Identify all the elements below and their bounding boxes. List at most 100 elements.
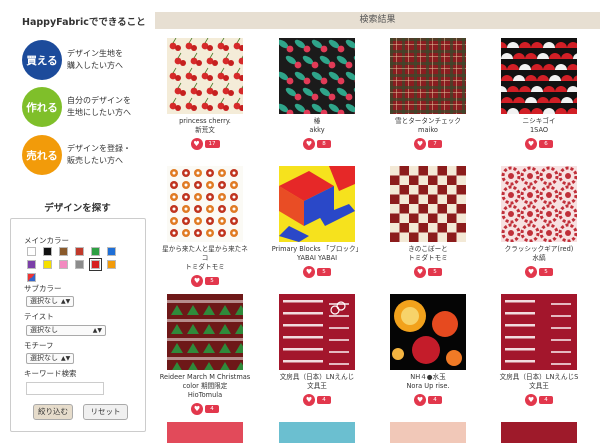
fabric-thumbnail[interactable] bbox=[489, 294, 589, 370]
fabric-name[interactable]: 星から来た人と星から来たネ bbox=[155, 245, 255, 254]
fabric-card[interactable]: 文房具（日本）LNえんじ 文具王 ♥ 4 bbox=[267, 294, 367, 406]
like-counter[interactable]: ♥ 7 bbox=[378, 138, 478, 150]
fabric-card[interactable]: 椿 akky ♥ 8 bbox=[267, 38, 367, 150]
fabric-author[interactable]: YABAI YABAI bbox=[267, 254, 367, 263]
fabric-thumbnail[interactable] bbox=[501, 422, 577, 443]
fabric-name[interactable]: ニシキゴイ bbox=[489, 117, 589, 126]
like-counter[interactable]: ♥ 6 bbox=[489, 138, 589, 150]
fabric-thumbnail[interactable] bbox=[378, 38, 478, 114]
like-counter[interactable]: ♥ 8 bbox=[267, 138, 367, 150]
heart-icon[interactable]: ♥ bbox=[525, 394, 537, 406]
fabric-thumbnail[interactable] bbox=[489, 38, 589, 114]
fabric-name[interactable]: NH４●水玉 bbox=[378, 373, 478, 382]
fabric-thumbnail[interactable] bbox=[167, 422, 243, 443]
fabric-name[interactable]: Reideer March M Christmas bbox=[155, 373, 255, 382]
fabric-author[interactable]: 文具王 bbox=[267, 382, 367, 391]
reset-button[interactable]: リセット bbox=[83, 404, 128, 420]
role-create[interactable]: 作れる 自分のデザインを 生地にしたい方へ bbox=[22, 87, 131, 127]
heart-icon[interactable]: ♥ bbox=[191, 275, 203, 287]
fabric-author[interactable]: 新荒文 bbox=[155, 126, 255, 135]
fabric-thumbnail[interactable] bbox=[489, 166, 589, 242]
taste-select[interactable]: 選択なし ▲▼ bbox=[26, 325, 106, 336]
fabric-card[interactable]: 星から来た人と星から来たネコトミダトモミ ♥ 5 bbox=[155, 166, 255, 287]
fabric-thumbnail[interactable] bbox=[267, 166, 367, 242]
sub-color-select[interactable]: 選択なし ▲▼ bbox=[26, 296, 75, 307]
like-counter[interactable]: ♥ 17 bbox=[155, 138, 255, 150]
fabric-thumbnail[interactable] bbox=[155, 166, 255, 242]
color-swatch[interactable] bbox=[59, 247, 68, 256]
heart-icon[interactable]: ♥ bbox=[303, 266, 315, 278]
color-swatch[interactable] bbox=[75, 247, 84, 256]
like-counter[interactable]: ♥ 5 bbox=[267, 266, 367, 278]
fabric-name[interactable]: princess cherry. bbox=[155, 117, 255, 126]
fabric-card[interactable]: 雪とタータンチェック maiko ♥ 7 bbox=[378, 38, 478, 150]
color-swatch[interactable] bbox=[91, 247, 100, 256]
fabric-name[interactable]: 椿 bbox=[267, 117, 367, 126]
fabric-card[interactable]: きのこぼーと トミダトモミ ♥ 5 bbox=[378, 166, 478, 278]
fabric-card[interactable]: Reideer March M Christmas color 期間限定 HioTo… bbox=[155, 294, 255, 415]
fabric-card[interactable]: 文房具（日本）LNえんじS 文具王 ♥ 4 bbox=[489, 294, 589, 406]
color-swatch[interactable] bbox=[43, 260, 52, 269]
fabric-thumbnail[interactable] bbox=[378, 294, 478, 370]
heart-icon[interactable]: ♥ bbox=[525, 266, 537, 278]
like-counter[interactable]: ♥ 4 bbox=[378, 394, 478, 406]
keyword-input[interactable] bbox=[26, 382, 104, 395]
fabric-author[interactable]: トミダトモミ bbox=[378, 254, 478, 263]
fabric-author[interactable]: maiko bbox=[378, 126, 478, 135]
fabric-name-cont[interactable]: color 期間限定 bbox=[155, 382, 255, 391]
role-sell[interactable]: 売れる デザインを登録・ 販売したい方へ bbox=[22, 135, 131, 175]
fabric-thumbnail[interactable] bbox=[155, 38, 255, 114]
role-buy[interactable]: 買える デザイン生地を 購入したい方へ bbox=[22, 40, 123, 80]
color-swatch[interactable] bbox=[27, 273, 36, 282]
fabric-author[interactable]: 1SAO bbox=[489, 126, 589, 135]
heart-icon[interactable]: ♥ bbox=[414, 138, 426, 150]
fabric-card[interactable]: princess cherry. 新荒文 ♥ 17 bbox=[155, 38, 255, 150]
fabric-name[interactable]: クラッシックギア(red) bbox=[489, 245, 589, 254]
heart-icon[interactable]: ♥ bbox=[190, 138, 203, 150]
color-swatch[interactable] bbox=[27, 247, 36, 256]
fabric-author[interactable]: HioTomula bbox=[155, 391, 255, 400]
sell-button[interactable]: 売れる bbox=[22, 135, 62, 175]
like-counter[interactable]: ♥ 5 bbox=[489, 266, 589, 278]
heart-icon[interactable]: ♥ bbox=[303, 138, 315, 150]
like-counter[interactable]: ♥ 5 bbox=[155, 275, 255, 287]
color-swatch[interactable] bbox=[59, 260, 68, 269]
fabric-name[interactable]: きのこぼーと bbox=[378, 245, 478, 254]
fabric-author[interactable]: Nora Up rise. bbox=[378, 382, 478, 391]
color-swatch[interactable] bbox=[75, 260, 84, 269]
heart-icon[interactable]: ♥ bbox=[414, 266, 426, 278]
fabric-name-cont[interactable]: コ bbox=[155, 254, 255, 263]
fabric-author[interactable]: 文具王 bbox=[489, 382, 589, 391]
fabric-card[interactable]: ニシキゴイ 1SAO ♥ 6 bbox=[489, 38, 589, 150]
fabric-thumbnail[interactable] bbox=[378, 166, 478, 242]
fabric-card[interactable]: Primary Blocks 「ブロック」 YABAI YABAI ♥ 5 bbox=[267, 166, 367, 278]
heart-icon[interactable]: ♥ bbox=[191, 403, 203, 415]
fabric-thumbnail[interactable] bbox=[390, 422, 466, 443]
heart-icon[interactable]: ♥ bbox=[414, 394, 426, 406]
like-counter[interactable]: ♥ 4 bbox=[155, 403, 255, 415]
color-swatch[interactable] bbox=[27, 260, 36, 269]
fabric-name[interactable]: 雪とタータンチェック bbox=[378, 117, 478, 126]
like-counter[interactable]: ♥ 4 bbox=[267, 394, 367, 406]
color-swatch[interactable] bbox=[89, 258, 102, 271]
like-counter[interactable]: ♥ 5 bbox=[378, 266, 478, 278]
color-swatch[interactable] bbox=[107, 260, 116, 269]
fabric-author[interactable]: トミダトモミ bbox=[155, 263, 255, 272]
buy-button[interactable]: 買える bbox=[22, 40, 62, 80]
motif-select[interactable]: 選択なし ▲▼ bbox=[26, 353, 75, 364]
create-button[interactable]: 作れる bbox=[22, 87, 62, 127]
fabric-name[interactable]: Primary Blocks 「ブロック」 bbox=[267, 245, 367, 254]
fabric-author[interactable]: 水縞 bbox=[489, 254, 589, 263]
fabric-name[interactable]: 文房具（日本）LNえんじ bbox=[267, 373, 367, 382]
fabric-thumbnail[interactable] bbox=[279, 422, 355, 443]
fabric-card[interactable]: クラッシックギア(red) 水縞 ♥ 5 bbox=[489, 166, 589, 278]
fabric-thumbnail[interactable] bbox=[267, 38, 367, 114]
like-counter[interactable]: ♥ 4 bbox=[489, 394, 589, 406]
heart-icon[interactable]: ♥ bbox=[303, 394, 315, 406]
fabric-thumbnail[interactable] bbox=[155, 294, 255, 370]
fabric-name[interactable]: 文房具（日本）LNえんじS bbox=[489, 373, 589, 382]
apply-filter-button[interactable]: 絞り込む bbox=[33, 404, 73, 420]
color-swatch[interactable] bbox=[43, 247, 52, 256]
heart-icon[interactable]: ♥ bbox=[525, 138, 537, 150]
fabric-thumbnail[interactable] bbox=[267, 294, 367, 370]
